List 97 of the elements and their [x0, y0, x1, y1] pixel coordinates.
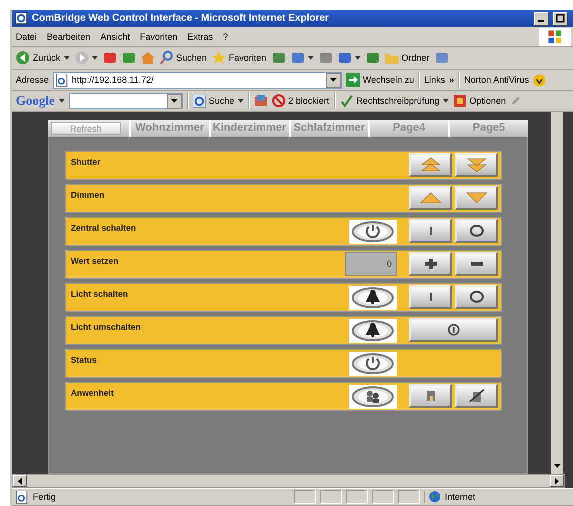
absent-button[interactable] [455, 384, 498, 408]
maximize-icon [556, 14, 565, 23]
folder-icon [384, 51, 399, 65]
row-label: Shutter [71, 157, 101, 167]
scroll-down-icon[interactable] [554, 464, 560, 468]
shield-icon [533, 74, 546, 86]
norton-button[interactable]: Norton AntiVirus [464, 75, 530, 85]
down-button[interactable] [455, 186, 498, 210]
windows-logo-icon [539, 28, 571, 46]
row-label: Licht umschalten [71, 322, 141, 332]
power-indicator-icon [349, 352, 397, 376]
status-pane [294, 490, 316, 504]
zone-text: Internet [445, 492, 476, 502]
on-button[interactable] [409, 285, 452, 309]
door-icon [426, 390, 436, 402]
down-button[interactable] [455, 153, 498, 177]
go-button[interactable]: Wechseln zu [346, 73, 414, 87]
off-button[interactable] [455, 219, 498, 243]
row-label: Dimmen [71, 190, 105, 200]
paperclip-icon[interactable] [510, 95, 522, 107]
dropdown-arrow-icon[interactable] [330, 78, 338, 82]
star-icon [212, 51, 226, 65]
blocked-icon [272, 94, 286, 108]
status-pane [320, 490, 342, 504]
toolbar-button[interactable] [338, 51, 361, 65]
google-logo: Google [16, 93, 55, 109]
caret-icon [92, 56, 98, 60]
row-label: Zentral schalten [71, 223, 136, 233]
horizontal-scrollbar[interactable] [12, 474, 565, 488]
window-title: ComBridge Web Control Interface - Microsoft Internet Explorer [32, 13, 330, 24]
toolbar-button[interactable] [74, 51, 98, 65]
menu-item[interactable]: Datei [16, 32, 38, 42]
status-text: Fertig [33, 492, 56, 502]
minus-button[interactable] [455, 252, 498, 276]
caret-icon [442, 99, 449, 103]
caret-icon [354, 56, 361, 60]
up-button[interactable] [409, 186, 452, 210]
spellcheck-button[interactable]: Rechtschreibprüfung [340, 94, 449, 108]
minimize-button[interactable] [534, 12, 549, 26]
row-label: Licht schalten [71, 289, 128, 299]
scroll-left-icon[interactable] [18, 478, 22, 484]
status-pane [398, 490, 420, 504]
power-indicator-icon [349, 220, 397, 244]
menu-item[interactable]: Favoriten [140, 32, 178, 42]
off-button[interactable] [455, 285, 498, 309]
present-button[interactable] [409, 384, 452, 408]
on-bar-icon [428, 292, 432, 302]
caret-icon [238, 99, 244, 103]
caret-icon [308, 56, 314, 60]
status-pane [372, 490, 394, 504]
go-arrow-icon [346, 73, 360, 87]
toolbar-button[interactable]: Zurück [16, 51, 70, 65]
toolbar-button[interactable]: Ordner [384, 51, 430, 65]
toolbar-button[interactable]: Favoriten [212, 51, 267, 65]
search-icon [160, 51, 174, 65]
checkmark-icon [340, 94, 354, 108]
scroll-right-icon[interactable] [555, 478, 559, 484]
links-button[interactable]: Links [424, 75, 446, 85]
search-field[interactable] [69, 93, 183, 109]
dropdown-arrow-icon[interactable] [171, 99, 178, 103]
row-label: Status [71, 355, 97, 365]
house-icon [140, 51, 155, 65]
popup-blocker-button[interactable]: 2 blockiert [272, 94, 330, 108]
maximize-button[interactable] [553, 12, 568, 26]
status-pane [346, 490, 368, 504]
caret-icon [59, 99, 65, 103]
globe-icon [429, 491, 441, 503]
plus-button[interactable] [409, 252, 452, 276]
page-icon [56, 74, 70, 86]
people-indicator-icon [349, 385, 397, 409]
search-button[interactable]: Suche [193, 94, 244, 108]
google-search-icon [193, 94, 206, 108]
address-field[interactable]: http://192.168.11.72/ [53, 72, 342, 88]
toolbar-button[interactable]: Suchen [160, 51, 208, 65]
vertical-scrollbar[interactable] [551, 112, 563, 474]
toggle-button[interactable] [409, 318, 498, 342]
on-bar-icon [428, 226, 432, 236]
page-icon [16, 490, 29, 504]
bell-indicator-icon [349, 319, 397, 343]
address-label: Adresse [16, 75, 50, 85]
caret-icon [64, 56, 70, 60]
row-label: Anwenheit [71, 388, 114, 398]
options-button[interactable]: Optionen [452, 94, 506, 108]
news-icon[interactable] [254, 94, 268, 108]
value-field[interactable]: 0 [345, 252, 397, 276]
row-label: Wert setzen [71, 256, 119, 266]
up-button[interactable] [409, 153, 452, 177]
on-button[interactable] [409, 219, 452, 243]
options-icon [452, 94, 467, 108]
menu-item[interactable]: ? [223, 32, 228, 42]
browser-icon [15, 12, 28, 25]
menu-item[interactable]: Extras [188, 32, 214, 42]
more-button[interactable]: » [449, 75, 454, 85]
menu-item[interactable]: Bearbeiten [47, 32, 91, 42]
menu-item[interactable]: Ansicht [100, 32, 130, 42]
bell-indicator-icon [349, 286, 397, 310]
toolbar-button[interactable] [290, 51, 314, 65]
